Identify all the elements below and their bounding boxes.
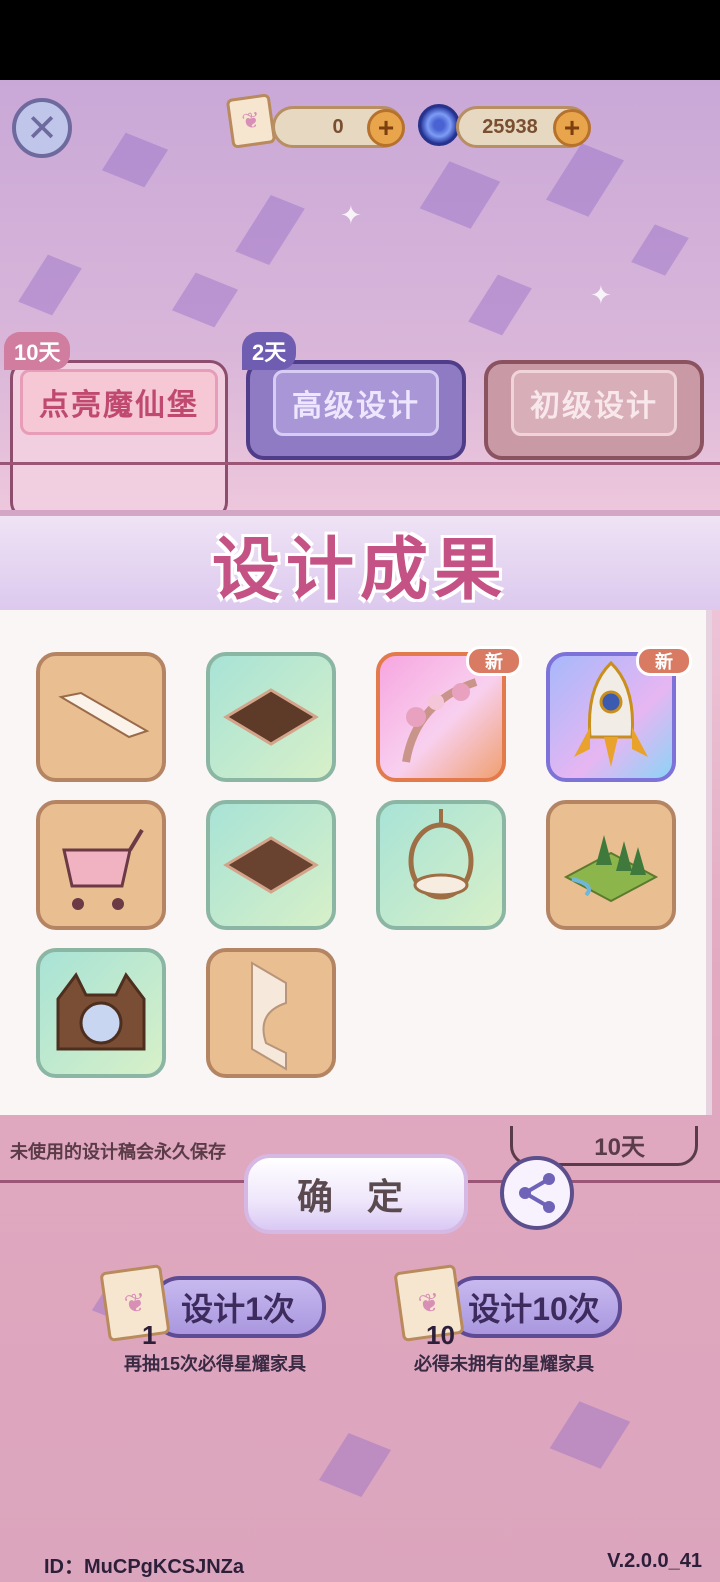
- design-scroll-icon: ❦: [225, 93, 277, 149]
- new-badge: 新: [636, 646, 692, 676]
- divider: [0, 462, 720, 465]
- bg-shard: [235, 194, 305, 266]
- ticket-count: 10: [426, 1320, 455, 1350]
- hanging-chair-item[interactable]: [376, 800, 506, 930]
- tab-label: 高级设计: [273, 370, 439, 436]
- floral-arch-icon: [402, 678, 478, 763]
- result-modal-body: 新 新: [0, 610, 712, 1115]
- design-once-label: 设计1次: [181, 1291, 295, 1327]
- bg-shard: [549, 1401, 631, 1469]
- hanging-chair-icon: [408, 809, 474, 900]
- floor-hole-icon: [223, 836, 319, 894]
- tab-light-castle[interactable]: 点亮魔仙堡: [10, 360, 228, 520]
- cat-bag-item[interactable]: [36, 948, 166, 1078]
- version-label: V.2.0.0_41: [607, 1550, 702, 1572]
- design-ten-label: 设计10次: [468, 1291, 600, 1327]
- floor-hole-icon: [223, 688, 319, 746]
- confirm-label: 确 定: [296, 1176, 415, 1217]
- bg-shard: [545, 143, 625, 217]
- scroll-currency: 0 +: [272, 106, 405, 148]
- draw-note: 必得未拥有的星耀家具: [414, 1354, 594, 1374]
- forest-terrain-item[interactable]: [546, 800, 676, 930]
- floor-hole-item-2[interactable]: [206, 800, 336, 930]
- design-scroll-icon: ❦: [99, 1264, 171, 1342]
- scroll-currency-value: 0: [332, 115, 344, 138]
- days-badge: 10天: [4, 332, 71, 370]
- plank-icon: [58, 691, 150, 739]
- wall-panel-item[interactable]: [206, 948, 336, 1078]
- sparkle-icon: ✦: [340, 200, 362, 230]
- tab-advanced-design[interactable]: 高级设计: [246, 360, 466, 460]
- add-scroll-button[interactable]: +: [367, 109, 405, 147]
- shopping-cart-item[interactable]: [36, 800, 166, 930]
- cat-bag-icon: [56, 972, 146, 1051]
- bg-shard: [468, 274, 532, 336]
- modal-title: 设计成果: [211, 531, 508, 608]
- close-button[interactable]: ✕: [12, 98, 72, 158]
- bg-shard: [171, 272, 239, 328]
- tab-label: 初级设计: [511, 370, 677, 436]
- player-id: ID：MuCPgKCSJNZa: [44, 1556, 245, 1578]
- shopping-cart-icon: [62, 828, 144, 910]
- plank-item[interactable]: [36, 652, 166, 782]
- close-icon: ✕: [26, 107, 58, 150]
- info-text: 未使用的设计稿会永久保存: [10, 1142, 226, 1162]
- ticket-count: 1: [142, 1320, 157, 1350]
- gem-currency: 25938 +: [456, 106, 591, 148]
- design-ten-button[interactable]: 设计10次: [446, 1276, 622, 1338]
- new-badge: 新: [466, 646, 522, 676]
- confirm-button[interactable]: 确 定: [244, 1154, 468, 1234]
- days-badge: 2天: [242, 332, 297, 370]
- add-gem-button[interactable]: +: [553, 109, 591, 147]
- design-once-button[interactable]: 设计1次: [150, 1276, 326, 1338]
- share-icon: [519, 1173, 555, 1213]
- bg-shard: [101, 132, 169, 188]
- share-button[interactable]: [500, 1156, 574, 1230]
- wall-panel-icon: [251, 961, 287, 1071]
- bg-shard: [419, 161, 501, 229]
- forest-terrain-icon: [563, 835, 659, 903]
- sparkle-icon: ✦: [590, 280, 612, 310]
- game-screen: ✦ ✦ ✕ ❦ 0 + 25938 + 点亮魔仙堡 10天 高级设计 2天 初级…: [0, 80, 720, 1582]
- gem-currency-value: 25938: [482, 115, 538, 138]
- bg-shard: [631, 224, 689, 276]
- tab-basic-design[interactable]: 初级设计: [484, 360, 704, 460]
- bg-shard: [18, 254, 82, 316]
- floor-hole-item[interactable]: [206, 652, 336, 782]
- bg-shard: [318, 1432, 392, 1498]
- result-modal-header: 设计成果: [0, 510, 720, 610]
- tab-label: 点亮魔仙堡: [20, 369, 218, 435]
- rocket-icon: [574, 660, 648, 767]
- draw-note: 再抽15次必得星耀家具: [124, 1354, 307, 1374]
